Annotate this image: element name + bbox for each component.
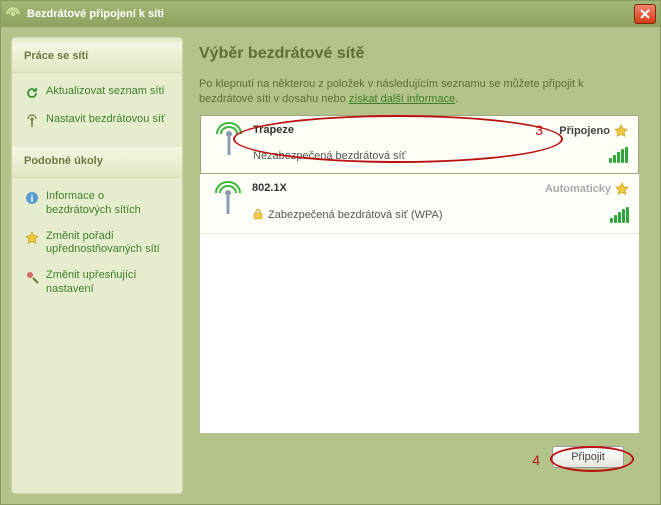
window-title: Bezdrátové připojení k síti <box>27 8 164 20</box>
sidebar-heading: Práce se sítí <box>12 42 182 73</box>
favorite-star-icon <box>614 124 628 138</box>
annotation-marker-4: 4 <box>532 452 540 468</box>
info-icon: i <box>24 190 40 206</box>
sidebar-item-label: Informace o bezdrátových sítích <box>46 190 170 218</box>
body: Práce se sítí Aktualizovat seznam sítí N… <box>1 27 660 504</box>
network-item[interactable]: Trapeze Nezabezpečená bezdrátová síť Při… <box>200 115 639 174</box>
sidebar-item-advanced[interactable]: Změnit upřesňující nastavení <box>16 263 178 303</box>
network-name: 802.1X <box>252 182 509 194</box>
antenna-icon <box>24 113 40 129</box>
sidebar-item-order[interactable]: Změnit pořadí upřednostňovaných sítí <box>16 224 178 264</box>
footer: 4 Připojit <box>199 434 640 480</box>
sidebar-item-setup[interactable]: Nastavit bezdrátovou síť <box>16 107 178 135</box>
sidebar-item-info[interactable]: i Informace o bezdrátových sítích <box>16 184 178 224</box>
signal-strength-icon <box>609 147 628 163</box>
sidebar-item-label: Aktualizovat seznam sítí <box>46 85 165 99</box>
close-icon <box>640 9 650 19</box>
titlebar: Bezdrátové připojení k síti <box>1 1 660 27</box>
sidebar-section-network-tasks: Práce se sítí Aktualizovat seznam sítí N… <box>12 42 182 147</box>
connect-button[interactable]: Připojit <box>552 446 624 468</box>
sidebar-item-label: Změnit pořadí upřednostňovaných sítí <box>46 230 170 258</box>
network-item[interactable]: 802.1X Zabezpečená bezdrátová síť (WPA) … <box>200 174 639 234</box>
page-title: Výběr bezdrátové sítě <box>199 45 640 63</box>
window: Bezdrátové připojení k síti Práce se sít… <box>0 0 661 505</box>
close-button[interactable] <box>634 4 656 24</box>
sidebar: Práce se sítí Aktualizovat seznam sítí N… <box>11 37 183 494</box>
signal-strength-icon <box>610 207 629 223</box>
network-status: Připojeno <box>559 124 628 138</box>
network-status: Automaticky <box>545 182 629 196</box>
lock-icon <box>252 208 264 223</box>
network-security: Zabezpečená bezdrátová síť (WPA) <box>268 209 443 221</box>
signal-antenna-icon <box>213 122 245 163</box>
svg-text:i: i <box>31 194 34 205</box>
more-info-link[interactable]: získat další informace <box>349 93 455 105</box>
favorite-star-icon <box>615 182 629 196</box>
refresh-icon <box>24 85 40 101</box>
page-description: Po klepnutí na některou z položek v násl… <box>199 77 640 108</box>
network-name: Trapeze <box>253 124 508 136</box>
sidebar-section-related: Podobné úkoly i Informace o bezdrátových… <box>12 147 182 315</box>
signal-antenna-icon <box>212 181 244 222</box>
sidebar-item-label: Změnit upřesňující nastavení <box>46 269 170 297</box>
settings-icon <box>24 269 40 285</box>
sidebar-item-label: Nastavit bezdrátovou síť <box>46 113 165 127</box>
network-list[interactable]: Trapeze Nezabezpečená bezdrátová síť Při… <box>199 114 640 434</box>
star-icon <box>24 230 40 246</box>
sidebar-heading: Podobné úkoly <box>12 147 182 178</box>
network-security: Nezabezpečená bezdrátová síť <box>253 150 508 162</box>
sidebar-item-refresh[interactable]: Aktualizovat seznam sítí <box>16 79 178 107</box>
main-panel: Výběr bezdrátové sítě Po klepnutí na něk… <box>183 37 650 494</box>
wireless-icon <box>5 6 21 22</box>
